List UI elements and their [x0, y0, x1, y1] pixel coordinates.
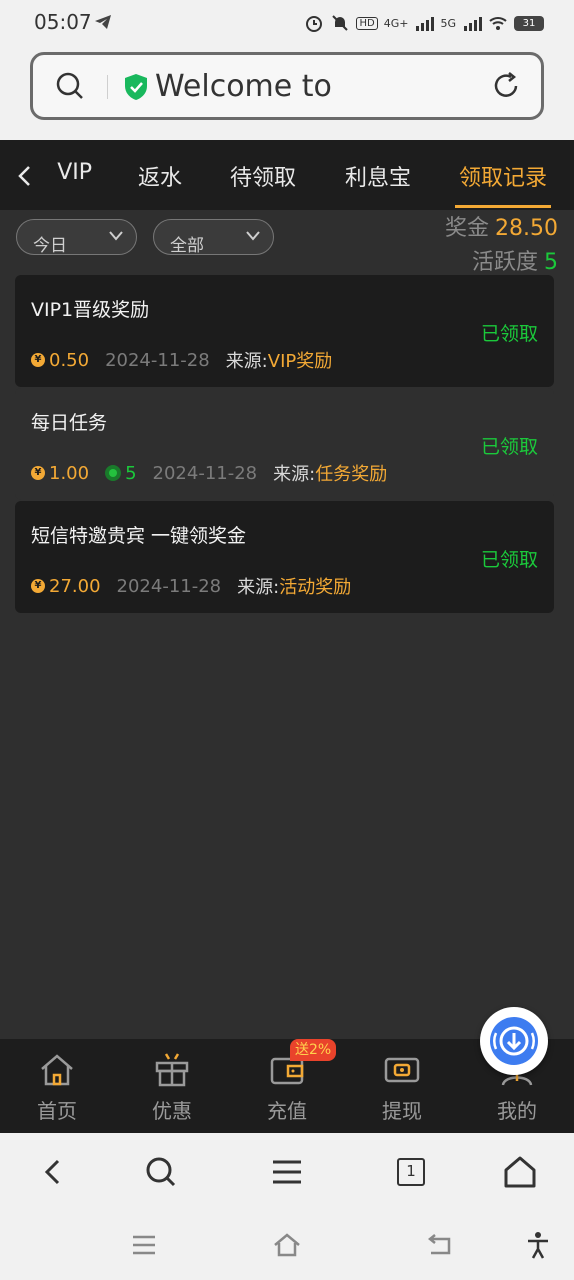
nav-withdraw[interactable]: 提现	[345, 1039, 459, 1133]
download-app-button[interactable]	[480, 1007, 548, 1075]
chevron-left-icon[interactable]	[14, 164, 36, 188]
tab-interest[interactable]: 利息宝	[345, 160, 411, 192]
hd-label: HD	[356, 16, 378, 30]
record-meta: ¥ 1.00 5 2024-11-28 来源: 任务奖励	[31, 460, 387, 486]
record-source-value: 活动奖励	[279, 577, 352, 598]
type-filter-value: 全部	[170, 236, 204, 256]
nav-home[interactable]: 首页	[0, 1039, 114, 1133]
network-4g: 4G+	[383, 16, 409, 30]
address-divider	[107, 75, 108, 99]
bonus-summary: 奖金 28.50	[445, 210, 558, 242]
record-date: 2024-11-28	[152, 462, 258, 484]
activity-points-icon	[105, 465, 122, 481]
status-icons: HD 4G+ 5G 31	[304, 12, 544, 34]
filter-bar: 今日 全部 奖金 28.50 活跃度 5	[0, 210, 574, 276]
record-item: 每日任务 已领取 ¥ 1.00 5 2024-11-28 来源: 任务奖励	[15, 388, 554, 500]
system-home-icon[interactable]	[273, 1231, 301, 1259]
system-menu-icon[interactable]	[130, 1231, 158, 1259]
withdraw-icon	[384, 1057, 420, 1083]
nav-label: 充值	[267, 1099, 307, 1123]
record-amount: 1.00	[49, 462, 90, 484]
search-icon[interactable]	[55, 71, 85, 101]
telegram-icon	[95, 15, 111, 29]
tab-rebate[interactable]: 返水	[138, 160, 182, 192]
record-amount: 27.00	[49, 575, 101, 597]
nav-label: 提现	[382, 1099, 422, 1123]
alarm-icon	[306, 16, 323, 32]
record-source-value: VIP奖励	[267, 351, 333, 372]
search-icon[interactable]	[144, 1155, 178, 1189]
nav-label: 首页	[37, 1099, 77, 1123]
activity-label: 活跃度	[471, 250, 538, 275]
status-bar: 05:07 HD 4G+ 5G 31	[0, 0, 574, 44]
nav-promotions[interactable]: 优惠	[115, 1039, 229, 1133]
coin-icon: ¥	[31, 466, 45, 480]
record-title: 短信特邀贵宾 一键领奖金	[31, 525, 247, 547]
battery-icon: 31	[514, 15, 544, 31]
record-date: 2024-11-28	[116, 575, 222, 597]
record-title: 每日任务	[31, 412, 108, 434]
browser-top-bar: Welcome to	[0, 44, 574, 140]
record-item: 短信特邀贵宾 一键领奖金 已领取 ¥ 27.00 2024-11-28 来源: …	[15, 501, 554, 613]
tabs-count-button[interactable]: 1	[397, 1158, 425, 1186]
tab-vip[interactable]: VIP	[52, 160, 92, 185]
status-time: 05:07	[34, 10, 92, 34]
active-tab-indicator	[455, 205, 551, 208]
wifi-icon	[489, 17, 507, 30]
tab-claim-records[interactable]: 领取记录	[459, 160, 547, 192]
address-bar[interactable]: Welcome to	[30, 52, 544, 120]
record-source-label: 来源:	[273, 464, 316, 485]
bonus-value: 28.50	[495, 216, 558, 241]
address-text[interactable]: Welcome to	[155, 69, 332, 104]
category-tabs: VIP 返水 待领取 利息宝 领取记录	[0, 140, 574, 210]
mute-icon	[332, 15, 349, 31]
back-icon[interactable]	[36, 1155, 70, 1189]
record-source-label: 来源:	[237, 577, 280, 598]
gift-icon	[155, 1053, 189, 1087]
record-source-label: 来源:	[225, 351, 268, 372]
accessibility-icon[interactable]	[524, 1231, 552, 1259]
chevron-down-icon	[109, 231, 123, 241]
bonus-label: 奖金	[445, 216, 490, 241]
record-item: VIP1晋级奖励 已领取 ¥ 0.50 2024-11-28 来源: VIP奖励	[15, 275, 554, 387]
coin-icon: ¥	[31, 353, 45, 367]
signal-icon	[464, 17, 482, 31]
tab-pending[interactable]: 待领取	[230, 160, 296, 192]
chevron-down-icon	[246, 231, 260, 241]
signal-icon	[416, 17, 435, 31]
browser-bottom-bar: 1	[0, 1133, 574, 1280]
system-back-icon[interactable]	[425, 1231, 453, 1259]
record-title: VIP1晋级奖励	[31, 299, 150, 321]
record-meta: ¥ 0.50 2024-11-28 来源: VIP奖励	[31, 347, 332, 373]
shield-check-icon	[125, 74, 147, 100]
record-points: 5	[125, 462, 137, 484]
record-meta: ¥ 27.00 2024-11-28 来源: 活动奖励	[31, 573, 351, 599]
menu-icon[interactable]	[270, 1155, 304, 1189]
record-status: 已领取	[480, 436, 538, 458]
record-status: 已领取	[480, 549, 538, 571]
download-icon	[490, 1017, 538, 1065]
coin-icon: ¥	[31, 579, 45, 593]
reload-icon[interactable]	[491, 71, 521, 101]
activity-summary: 活跃度 5	[472, 244, 558, 276]
date-filter-value: 今日	[33, 236, 67, 256]
date-filter-dropdown[interactable]: 今日	[16, 219, 137, 256]
nav-label: 我的	[497, 1099, 537, 1123]
promo-badge: 送2%	[290, 1039, 337, 1061]
record-amount: 0.50	[49, 349, 90, 371]
nav-label: 优惠	[152, 1099, 192, 1123]
record-date: 2024-11-28	[105, 349, 210, 371]
record-source-value: 任务奖励	[315, 464, 388, 485]
type-filter-dropdown[interactable]: 全部	[153, 219, 274, 256]
home-icon	[41, 1054, 73, 1086]
home-icon[interactable]	[503, 1155, 537, 1189]
record-status: 已领取	[480, 323, 538, 345]
network-5g: 5G	[440, 16, 456, 30]
activity-value: 5	[544, 250, 558, 275]
